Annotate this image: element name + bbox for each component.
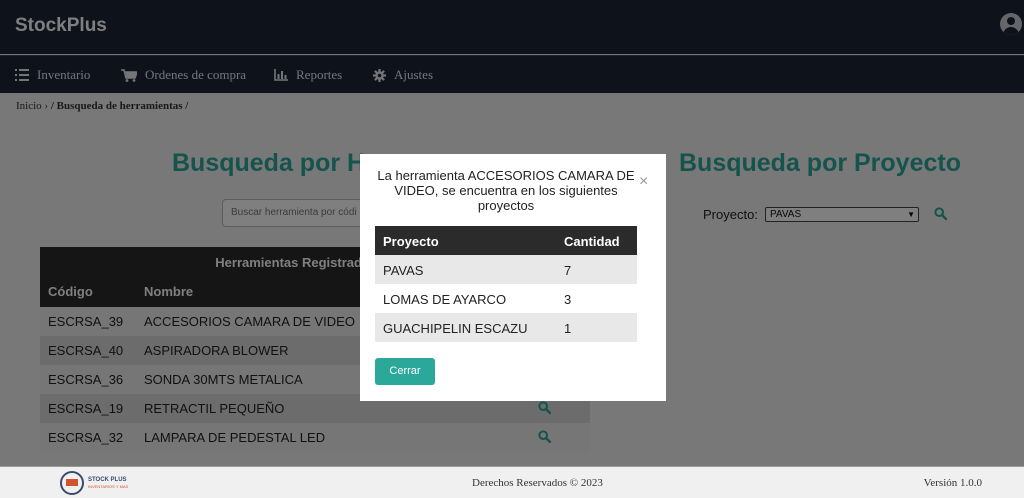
modal-projects-table: Proyecto Cantidad PAVAS 7 LOMAS DE AYARC… [375, 226, 637, 342]
cell-project: LOMAS DE AYARCO [383, 292, 507, 307]
cell-quantity: 3 [564, 292, 572, 307]
cell-project: PAVAS [383, 263, 424, 278]
footer: STOCK PLUS INVENTARIOS Y MAS Derechos Re… [0, 466, 1024, 498]
cell-quantity: 1 [564, 321, 572, 336]
table-row: PAVAS 7 [375, 255, 637, 284]
copyright-text: Derechos Reservados © 2023 [472, 477, 603, 489]
project-modal: La herramienta ACCESORIOS CAMARA DE VIDE… [360, 154, 666, 401]
modal-message: La herramienta ACCESORIOS CAMARA DE VIDE… [377, 168, 635, 213]
close-icon[interactable]: × [639, 173, 648, 191]
cell-project: GUACHIPELIN ESCAZU [383, 321, 528, 336]
column-header-proyecto: Proyecto [383, 234, 439, 249]
footer-logo: STOCK PLUS INVENTARIOS Y MAS [60, 471, 128, 495]
logo-icon [60, 471, 84, 495]
table-row: GUACHIPELIN ESCAZU 1 [375, 313, 637, 342]
table-row: LOMAS DE AYARCO 3 [375, 284, 637, 313]
modal-table-header: Proyecto Cantidad [375, 226, 637, 255]
cell-quantity: 7 [564, 263, 572, 278]
logo-text: STOCK PLUS [88, 477, 127, 483]
version-text: Versión 1.0.0 [923, 477, 982, 489]
column-header-cantidad: Cantidad [564, 234, 620, 249]
close-button[interactable]: Cerrar [375, 358, 435, 385]
modal-table-body: PAVAS 7 LOMAS DE AYARCO 3 GUACHIPELIN ES… [375, 255, 637, 342]
logo-subtext: INVENTARIOS Y MAS [88, 484, 129, 489]
